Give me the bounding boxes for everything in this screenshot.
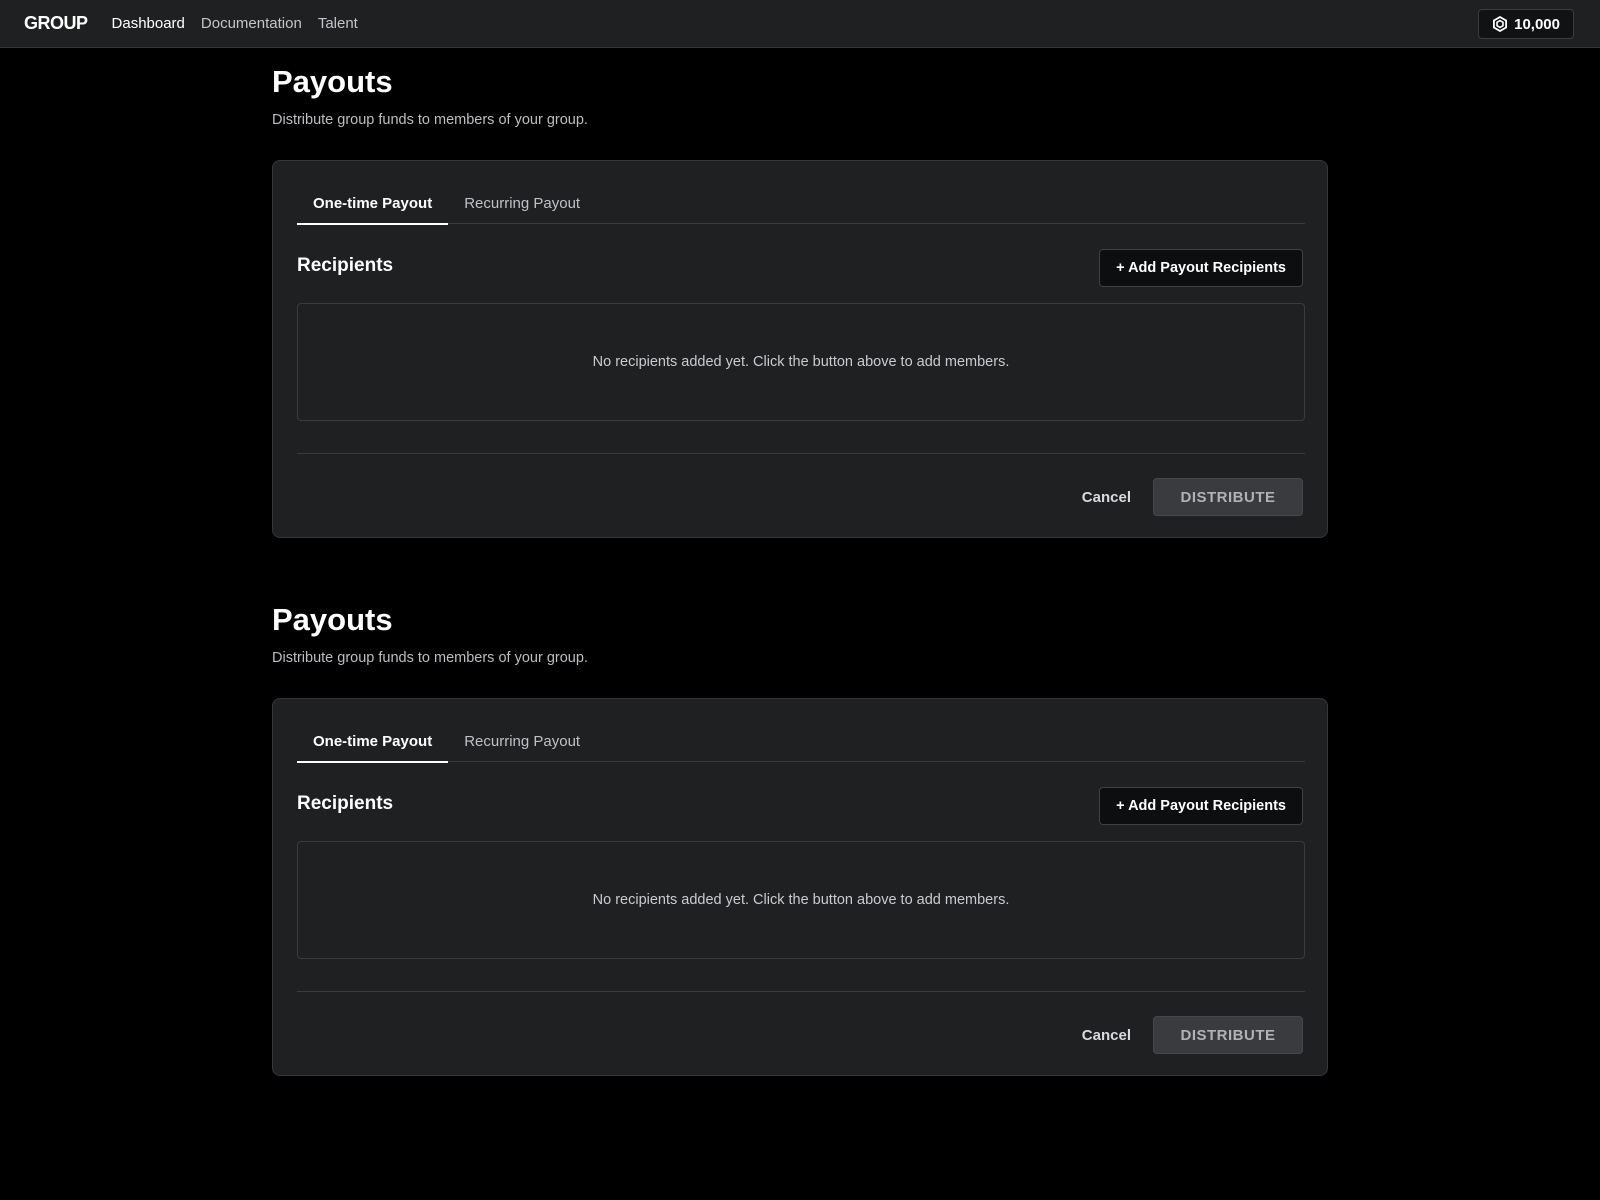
recipients-empty-state: No recipients added yet. Click the butto…	[297, 303, 1305, 421]
group-logo[interactable]: GROUP	[24, 13, 88, 34]
recipients-heading: Recipients	[297, 255, 394, 276]
payout-card: One-time Payout Recurring Payout Recipie…	[272, 698, 1328, 1076]
tab-recurring-payout[interactable]: Recurring Payout	[448, 721, 596, 762]
payout-tabs: One-time Payout Recurring Payout	[297, 183, 1305, 225]
payout-card: One-time Payout Recurring Payout Recipie…	[272, 160, 1328, 538]
main-nav: Dashboard Documentation Talent	[112, 15, 358, 32]
nav-item-documentation[interactable]: Documentation	[201, 15, 302, 32]
distribute-button[interactable]: DISTRIBUTE	[1153, 478, 1303, 516]
top-navigation-bar: GROUP Dashboard Documentation Talent 10,…	[0, 0, 1600, 48]
tab-one-time-payout[interactable]: One-time Payout	[297, 183, 449, 225]
cancel-button[interactable]: Cancel	[1070, 478, 1143, 516]
nav-item-talent[interactable]: Talent	[318, 15, 358, 32]
robux-coin-icon	[1492, 15, 1508, 33]
distribute-button[interactable]: DISTRIBUTE	[1153, 1016, 1303, 1054]
tab-recurring-payout[interactable]: Recurring Payout	[448, 183, 596, 224]
payouts-section-2: Payouts Distribute group funds to member…	[272, 602, 1328, 1076]
divider	[297, 991, 1305, 992]
empty-state-message: No recipients added yet. Click the butto…	[592, 892, 1010, 908]
cancel-button[interactable]: Cancel	[1070, 1016, 1143, 1054]
page-description: Distribute group funds to members of you…	[272, 112, 588, 128]
divider	[297, 453, 1305, 454]
page-title: Payouts	[272, 602, 393, 637]
payout-tabs: One-time Payout Recurring Payout	[297, 721, 1305, 763]
empty-state-message: No recipients added yet. Click the butto…	[592, 354, 1010, 370]
page-title: Payouts	[272, 64, 393, 99]
balance-amount: 10,000	[1514, 15, 1560, 33]
add-payout-recipients-button[interactable]: + Add Payout Recipients	[1099, 249, 1303, 287]
nav-item-dashboard[interactable]: Dashboard	[112, 15, 185, 32]
payouts-section-1: Payouts Distribute group funds to member…	[272, 64, 1328, 538]
balance-button[interactable]: 10,000	[1478, 9, 1574, 39]
add-payout-recipients-button[interactable]: + Add Payout Recipients	[1099, 787, 1303, 825]
page-description: Distribute group funds to members of you…	[272, 650, 588, 666]
recipients-empty-state: No recipients added yet. Click the butto…	[297, 841, 1305, 959]
recipients-heading: Recipients	[297, 793, 394, 814]
tab-one-time-payout[interactable]: One-time Payout	[297, 721, 449, 763]
